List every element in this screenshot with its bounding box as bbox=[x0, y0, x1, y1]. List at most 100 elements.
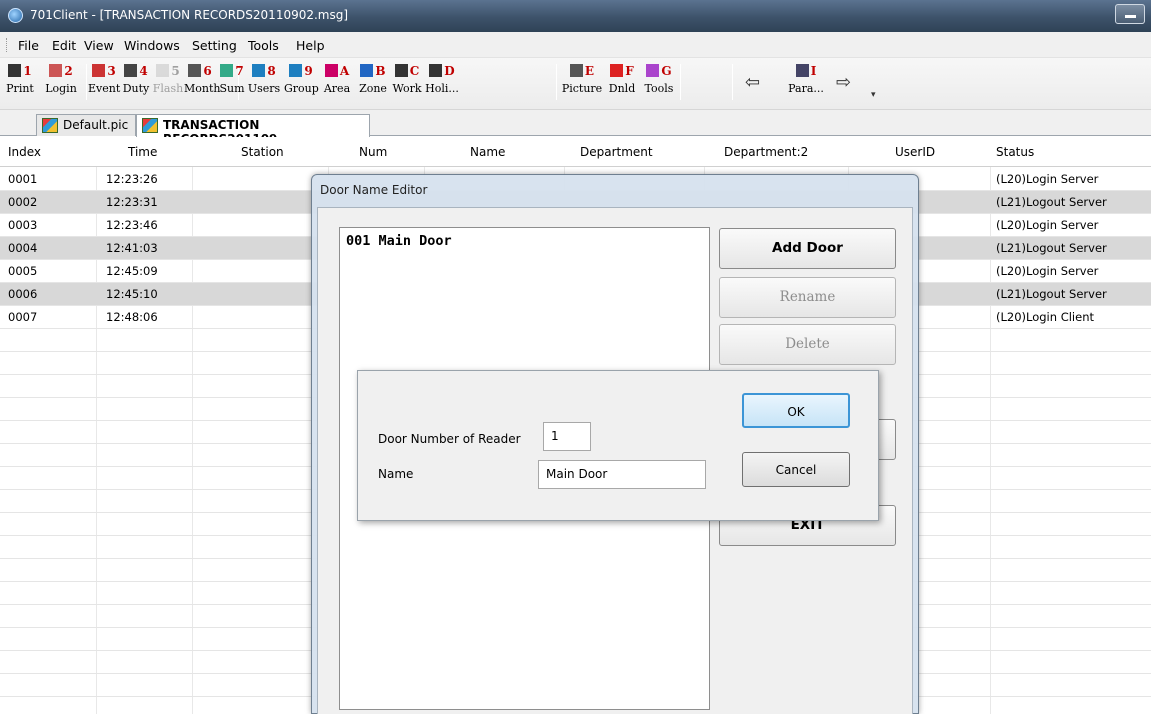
forward-arrow-icon[interactable]: ⇨ bbox=[836, 72, 851, 93]
document-tabs: Default.pic TRANSACTION RECORDS201109... bbox=[0, 110, 1151, 146]
toolbar-button-flash[interactable]: 5 Flash bbox=[152, 60, 184, 106]
ok-button[interactable]: OK bbox=[742, 393, 850, 428]
column-header-status[interactable]: Status bbox=[996, 145, 1034, 159]
toolbar-button-key: D bbox=[444, 64, 455, 78]
users-icon bbox=[252, 64, 266, 77]
add-door-button[interactable]: Add Door bbox=[719, 228, 896, 269]
toolbar-button-number: G bbox=[640, 64, 678, 78]
toolbar-button-number: 1 bbox=[2, 64, 38, 78]
sum-icon bbox=[220, 64, 234, 77]
toolbar-button-users[interactable]: 8 Users bbox=[244, 60, 284, 106]
cancel-button[interactable]: Cancel bbox=[742, 452, 850, 487]
menu-tools[interactable]: Tools bbox=[248, 38, 279, 53]
toolbar-button-label: Tools bbox=[644, 82, 674, 95]
toolbar-button-label: Duty bbox=[122, 82, 150, 95]
menu-view[interactable]: View bbox=[84, 38, 114, 53]
toolbar-button-number: E bbox=[560, 64, 604, 78]
minimize-button[interactable] bbox=[1115, 4, 1145, 24]
column-header-department[interactable]: Department bbox=[580, 145, 653, 159]
toolbar-button-label: Zone bbox=[359, 82, 387, 95]
tab-default-pic[interactable]: Default.pic bbox=[36, 114, 136, 136]
menu-help[interactable]: Help bbox=[296, 38, 325, 53]
toolbar-button-work[interactable]: C Work bbox=[390, 60, 424, 106]
cell-index: 0007 bbox=[8, 310, 38, 324]
toolbar-button-duty[interactable]: 4 Duty bbox=[120, 60, 152, 106]
delete-button[interactable]: Delete bbox=[719, 324, 896, 365]
toolbar-button-number: 3 bbox=[88, 64, 120, 78]
cell-time: 12:45:09 bbox=[106, 264, 158, 278]
cell-status: (L20)Login Client bbox=[996, 310, 1094, 324]
toolbar-button-area[interactable]: A Area bbox=[318, 60, 356, 106]
toolbar-separator bbox=[680, 64, 681, 100]
menu-grip bbox=[6, 38, 9, 52]
cell-time: 12:23:31 bbox=[106, 195, 158, 209]
toolbar-button-key: 7 bbox=[235, 64, 244, 78]
app-window: 701Client - [TRANSACTION RECORDS20110902… bbox=[0, 0, 1151, 714]
toolbar-button-print[interactable]: 1 Print bbox=[2, 60, 38, 106]
toolbar-button-number: 6 bbox=[184, 64, 216, 78]
toolbar-overflow-icon[interactable]: ▾ bbox=[871, 90, 876, 100]
column-header-num[interactable]: Num bbox=[359, 145, 387, 159]
toolbar-button-label: Users bbox=[247, 82, 281, 95]
toolbar-button-key: A bbox=[339, 64, 350, 78]
toolbar-button-month[interactable]: 6 Month bbox=[184, 60, 220, 106]
toolbar-separator bbox=[556, 64, 557, 100]
toolbar-button-key: 3 bbox=[107, 64, 116, 78]
login-icon bbox=[49, 64, 63, 77]
toolbar-button-key: 6 bbox=[203, 64, 212, 78]
toolbar-button-number: 4 bbox=[120, 64, 152, 78]
column-header-station[interactable]: Station bbox=[241, 145, 284, 159]
toolbar-button-number: 9 bbox=[284, 64, 318, 78]
column-header-time[interactable]: Time bbox=[128, 145, 157, 159]
menu-setting[interactable]: Setting bbox=[192, 38, 237, 53]
toolbar-button-key: 2 bbox=[64, 64, 73, 78]
rename-button[interactable]: Rename bbox=[719, 277, 896, 318]
toolbar-button-number: 5 bbox=[152, 64, 184, 78]
picture-icon bbox=[569, 64, 583, 77]
door-edit-dialog: Door Number of Reader 1 Name Main Door O… bbox=[357, 370, 879, 521]
column-header-name[interactable]: Name bbox=[470, 145, 505, 159]
toolbar-separator bbox=[86, 64, 87, 100]
back-arrow-icon[interactable]: ⇦ bbox=[745, 72, 760, 93]
door-list-item[interactable]: 001 Main Door bbox=[346, 233, 452, 249]
column-header-userid[interactable]: UserID bbox=[895, 145, 935, 159]
cell-index: 0004 bbox=[8, 241, 38, 255]
toolbar-button-dnld[interactable]: F Dnld bbox=[604, 60, 640, 106]
app-icon bbox=[8, 8, 23, 23]
menu-file[interactable]: File bbox=[18, 38, 39, 53]
month-icon bbox=[188, 64, 202, 77]
toolbar-button-key: F bbox=[625, 64, 634, 78]
toolbar-button-login[interactable]: 2 Login bbox=[40, 60, 82, 106]
toolbar-button-key: G bbox=[661, 64, 672, 78]
toolbar-button-event[interactable]: 3 Event bbox=[88, 60, 120, 106]
toolbar-button-group[interactable]: 9 Group bbox=[284, 60, 319, 106]
toolbar-button-para[interactable]: I Para... bbox=[782, 60, 830, 106]
door-number-field[interactable]: 1 bbox=[543, 422, 591, 451]
cell-index: 0005 bbox=[8, 264, 38, 278]
cell-index: 0003 bbox=[8, 218, 38, 232]
toolbar-button-tools[interactable]: G Tools bbox=[640, 60, 678, 106]
toolbar-button-holi[interactable]: D Holi... bbox=[424, 60, 460, 106]
toolbar-button-label: Flash bbox=[152, 82, 184, 95]
toolbar-button-picture[interactable]: E Picture bbox=[560, 60, 604, 106]
toolbar-button-key: B bbox=[375, 64, 386, 78]
records-icon bbox=[142, 118, 158, 133]
duty-icon bbox=[124, 64, 138, 77]
toolbar-button-label: Area bbox=[323, 82, 351, 95]
cell-status: (L20)Login Server bbox=[996, 172, 1099, 186]
cell-time: 12:48:06 bbox=[106, 310, 158, 324]
flash-icon bbox=[156, 64, 170, 77]
toolbar-button-key: 1 bbox=[23, 64, 32, 78]
printer-icon bbox=[8, 64, 22, 77]
toolbar-button-number: F bbox=[604, 64, 640, 78]
column-header-index[interactable]: Index bbox=[8, 145, 41, 159]
picture-icon bbox=[42, 118, 58, 133]
tab-transaction-records[interactable]: TRANSACTION RECORDS201109... bbox=[136, 114, 370, 146]
event-icon bbox=[92, 64, 106, 77]
toolbar-button-label: Para... bbox=[788, 82, 824, 95]
column-header-department2[interactable]: Department:2 bbox=[724, 145, 808, 159]
menu-edit[interactable]: Edit bbox=[52, 38, 76, 53]
toolbar-button-zone[interactable]: B Zone bbox=[356, 60, 390, 106]
menu-windows[interactable]: Windows bbox=[124, 38, 180, 53]
name-field[interactable]: Main Door bbox=[538, 460, 706, 489]
